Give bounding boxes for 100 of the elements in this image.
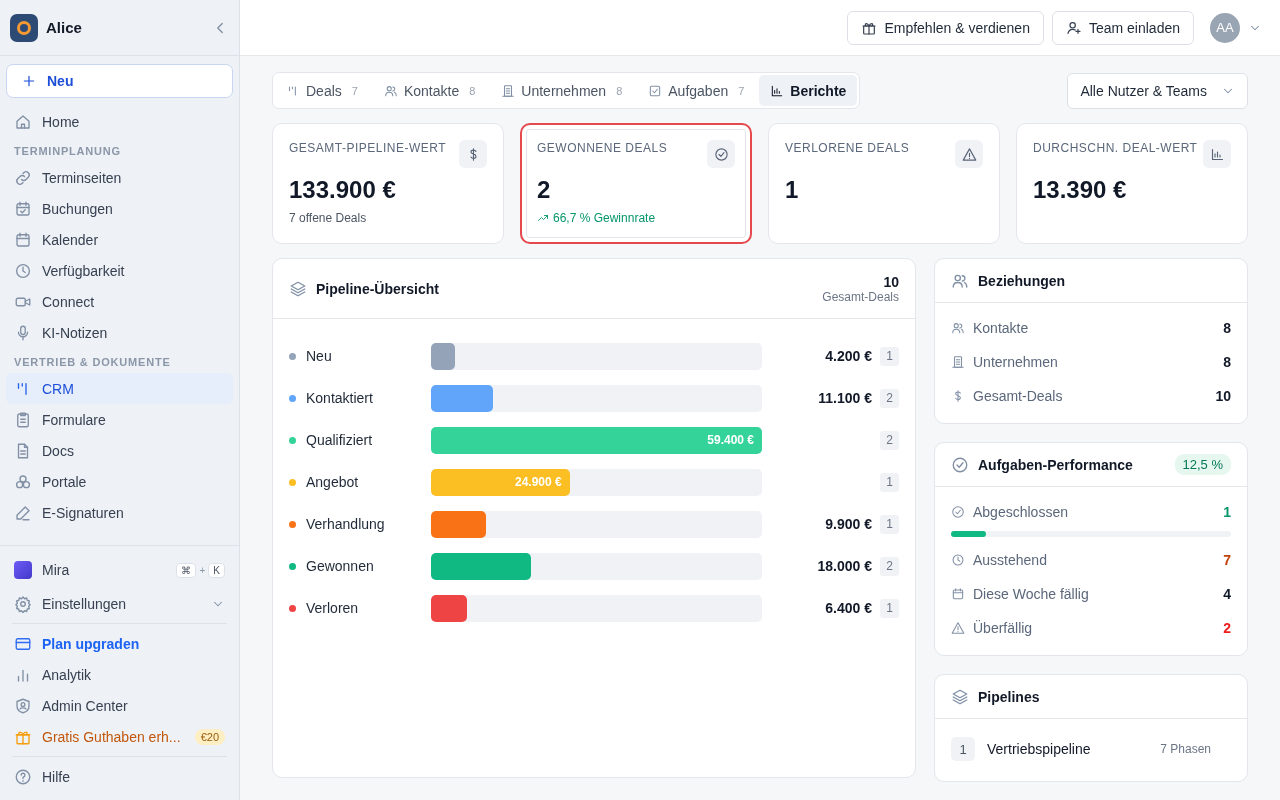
nav-item[interactable]: Gratis Guthaben erh... €20 <box>6 721 233 752</box>
stage-name: Neu <box>306 348 333 364</box>
settings-item[interactable]: Einstellungen <box>6 588 233 619</box>
stage-amount: 11.100 € <box>817 390 873 406</box>
nav-item[interactable]: Formulare <box>6 404 233 435</box>
stage-name: Gewonnen <box>306 558 375 574</box>
stat-value: 2 <box>537 176 552 204</box>
metric-value: 1 <box>1223 504 1231 520</box>
metric-value: 8 <box>1223 320 1231 336</box>
metric-value: 4 <box>1223 586 1231 602</box>
tab[interactable]: Unternehmen 8 <box>490 75 634 106</box>
calendar-icon <box>14 230 32 249</box>
assistant-label: Mira <box>42 562 71 578</box>
stage-bar: 59.400 € <box>431 426 762 454</box>
nav-item[interactable]: Verfügbarkeit <box>6 255 233 286</box>
calendar-check-icon <box>14 199 32 218</box>
metric-value: 8 <box>1223 354 1231 370</box>
nav-item[interactable]: Analytik <box>6 659 233 690</box>
help-icon <box>14 767 32 786</box>
card-title: Aufgaben-Performance <box>978 456 1134 473</box>
stage-amount: 18.000 € <box>816 558 873 574</box>
metric-label: Gesamt-Deals <box>973 388 1064 404</box>
warning-icon <box>961 146 977 162</box>
top-button[interactable]: Empfehlen & verdienen <box>847 10 1044 45</box>
stage-name: Qualifiziert <box>306 432 374 448</box>
check-circle-icon <box>713 146 729 162</box>
total-label: Gesamt-Deals <box>822 289 899 304</box>
nav-item[interactable]: Portale <box>6 466 233 497</box>
metric-value: 10 <box>1215 388 1231 404</box>
metric-label: Überfällig <box>973 620 1034 636</box>
nav-section-heading: VERTRIEB & DOKUMENTE <box>13 355 172 370</box>
check-circle-icon <box>951 505 965 519</box>
stage-name: Verhandlung <box>306 516 386 532</box>
nav-item[interactable]: CRM <box>6 373 233 404</box>
metric-label: Diese Woche fällig <box>973 586 1090 602</box>
building-icon <box>951 355 965 369</box>
stage-amount: 9.900 € <box>824 516 873 532</box>
users-icon <box>383 83 398 98</box>
stat-value: 1 <box>785 176 800 204</box>
stat-label: DURCHSCHN. DEAL-WERT <box>1033 140 1198 155</box>
tab[interactable]: Deals 7 <box>275 75 369 106</box>
stat-value: 133.900 € <box>289 176 397 204</box>
nav-item[interactable]: Terminseiten <box>6 162 233 193</box>
nav-item[interactable]: Docs <box>6 435 233 466</box>
clock-icon <box>951 553 965 567</box>
trend-up-icon <box>537 212 549 224</box>
stage-count: 1 <box>880 598 899 618</box>
stage-amount: 6.400 € <box>824 600 873 616</box>
clipboard-icon <box>14 410 32 429</box>
layers-icon <box>951 687 969 706</box>
tab[interactable]: Aufgaben 7 <box>637 75 756 106</box>
stage-count: 1 <box>880 346 899 366</box>
building-icon <box>501 83 516 98</box>
nav-item[interactable]: Admin Center <box>6 690 233 721</box>
users-icon <box>951 321 965 335</box>
shortcut-plus: + <box>199 564 206 576</box>
stat-label: GEWONNENE DEALS <box>537 140 668 155</box>
card-title: Pipelines <box>978 688 1041 705</box>
user-filter-dropdown[interactable]: Alle Nutzer & Teams <box>1067 72 1248 109</box>
shield-icon <box>14 696 32 715</box>
tab[interactable]: Berichte <box>759 75 858 106</box>
nav-item[interactable]: Buchungen <box>6 193 233 224</box>
stage-bar: 24.900 € <box>431 468 570 496</box>
stage-count: 2 <box>880 388 899 408</box>
phase-count: 7 Phasen <box>1160 742 1212 756</box>
warning-icon <box>951 621 965 635</box>
nav-item[interactable]: Plan upgraden <box>6 628 233 659</box>
stage-name: Verloren <box>306 600 360 616</box>
card-title: Pipeline-Übersicht <box>316 280 440 297</box>
nav-item[interactable]: Home <box>6 106 233 137</box>
nav-item[interactable]: Connect <box>6 286 233 317</box>
rate-badge: 12,5 % <box>1174 454 1231 475</box>
nav-section-heading: TERMINPLANUNG <box>13 144 122 159</box>
metric-label: Unternehmen <box>973 354 1059 370</box>
stat-note: 7 offene Deals <box>289 211 367 225</box>
settings-icon <box>14 594 32 613</box>
total-count: 10 <box>883 273 899 290</box>
check-circle-icon <box>951 455 969 474</box>
nav-item[interactable]: Kalender <box>6 224 233 255</box>
nav-item[interactable]: KI-Notizen <box>6 317 233 348</box>
stage-count: 2 <box>880 430 899 450</box>
metric-label: Abgeschlossen <box>973 504 1069 520</box>
calendar-icon <box>951 587 965 601</box>
nav-item[interactable]: E-Signaturen <box>6 497 233 528</box>
new-button[interactable]: Neu <box>6 64 233 98</box>
help-item[interactable]: Hilfe <box>6 761 233 792</box>
bar-chart-icon <box>1209 146 1225 162</box>
user-plus-icon <box>1065 19 1082 36</box>
plus-icon <box>21 73 37 89</box>
metric-label: Ausstehend <box>973 552 1048 568</box>
metric-label: Kontakte <box>973 320 1030 336</box>
stat-note: 66,7 % Gewinnrate <box>553 211 656 225</box>
bar-chart-icon <box>770 83 785 98</box>
stat-label: GESAMT-PIPELINE-WERT <box>289 140 447 155</box>
pipeline-name[interactable]: Vertriebspipeline <box>987 741 1149 757</box>
tab[interactable]: Kontakte 8 <box>372 75 487 106</box>
top-button[interactable]: Team einladen <box>1051 10 1194 45</box>
stage-count: 1 <box>880 514 899 534</box>
workspace-logo-icon <box>10 13 38 42</box>
workspace-name: Alice <box>46 19 83 36</box>
